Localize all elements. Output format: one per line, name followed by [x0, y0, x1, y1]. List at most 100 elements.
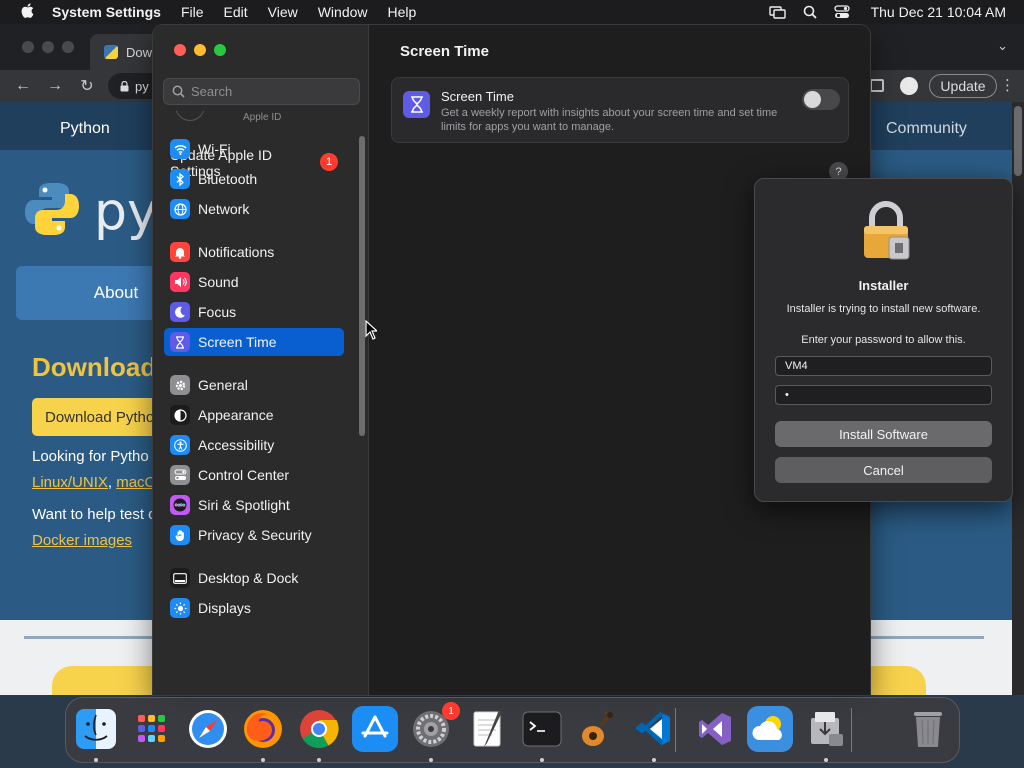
install-software-button[interactable]: Install Software	[775, 421, 992, 447]
dock-badge: 1	[442, 702, 460, 720]
dock-weather[interactable]	[747, 706, 793, 752]
sidebar-item-displays[interactable]: Displays	[164, 594, 344, 622]
menu-clock[interactable]: Thu Dec 21 10:04 AM	[871, 4, 1006, 20]
window-controls	[174, 44, 226, 56]
dock-running-indicator	[94, 758, 98, 762]
sidebar-scrollbar[interactable]	[359, 136, 365, 436]
screen-time-toggle[interactable]	[802, 89, 840, 110]
dock-finder[interactable]	[73, 706, 119, 752]
cancel-button[interactable]: Cancel	[775, 457, 992, 483]
search-icon	[172, 85, 185, 98]
dock-app-store[interactable]	[352, 706, 398, 752]
side-panel-icon[interactable]	[870, 79, 884, 92]
dock-vscode[interactable]	[631, 706, 677, 752]
dock-running-indicator	[824, 758, 828, 762]
menu-edit[interactable]: Edit	[224, 4, 248, 20]
terminal-icon	[521, 708, 563, 750]
macos-link[interactable]: macO	[116, 474, 156, 491]
dock-terminal[interactable]	[519, 706, 565, 752]
screen-mirroring-icon[interactable]	[769, 5, 787, 19]
forward-arrow-icon[interactable]: →	[46, 77, 64, 95]
linux-unix-link[interactable]: Linux/UNIX	[32, 474, 108, 491]
browser-window-controls[interactable]	[22, 41, 74, 53]
sidebar-item-focus[interactable]: Focus	[164, 298, 344, 326]
link-separator: ,	[107, 474, 113, 491]
sidebar-item-desktop-dock[interactable]: Desktop & Dock	[164, 564, 344, 592]
dock-firefox[interactable]	[240, 706, 286, 752]
profile-avatar-icon[interactable]	[900, 77, 918, 95]
settings-search-field[interactable]	[163, 78, 360, 105]
dock-safari[interactable]	[185, 706, 231, 752]
appearance-icon	[170, 405, 190, 425]
dock-textedit[interactable]	[464, 706, 510, 752]
sidebar-item-siri-spotlight[interactable]: Siri & Spotlight	[164, 491, 344, 519]
sidebar-item-appearance[interactable]: Appearance	[164, 401, 344, 429]
bluetooth-icon	[170, 169, 190, 189]
nav-python-link[interactable]: Python	[60, 120, 110, 138]
docker-images-link[interactable]: Docker images	[32, 532, 132, 549]
dock-launchpad[interactable]	[129, 706, 175, 752]
menu-file[interactable]: File	[181, 4, 204, 20]
control-center-icon[interactable]	[833, 5, 851, 19]
sidebar-item-accessibility[interactable]: Accessibility	[164, 431, 344, 459]
dock-installer[interactable]	[803, 706, 849, 752]
reload-icon[interactable]: ↻	[78, 76, 96, 96]
apple-id-avatar[interactable]	[175, 111, 205, 121]
sidebar-item-sound[interactable]: Sound	[164, 268, 344, 296]
sidebar-item-label: Sound	[198, 274, 239, 290]
browser-menu-icon[interactable]: ⋮	[1000, 76, 1015, 94]
sidebar-item-screen-time[interactable]: Screen Time	[164, 328, 344, 356]
bell-icon	[170, 242, 190, 262]
zoom-window-button[interactable]	[214, 44, 226, 56]
sidebar-item-label: Bluetooth	[198, 171, 258, 187]
garageband-icon	[577, 708, 619, 750]
back-arrow-icon[interactable]: ←	[14, 77, 32, 95]
nav-community-link[interactable]: Community	[886, 120, 967, 138]
finder-icon	[76, 709, 116, 749]
screen-time-title: Screen Time	[441, 89, 514, 104]
lock-icon	[864, 201, 910, 260]
browser-scrollbar[interactable]	[1012, 102, 1024, 695]
sidebar-item-bluetooth[interactable]: Bluetooth	[164, 165, 344, 193]
sidebar-item-label: Accessibility	[198, 437, 275, 453]
close-window-button[interactable]	[174, 44, 186, 56]
username-field[interactable]	[775, 356, 992, 376]
sidebar-item-notifications[interactable]: Notifications	[164, 238, 344, 266]
browser-tab-title: Dow	[126, 44, 153, 60]
menu-help[interactable]: Help	[388, 4, 417, 20]
sidebar-item-general[interactable]: General	[164, 371, 344, 399]
page-title: Screen Time	[400, 43, 489, 60]
dock-visual-studio[interactable]	[692, 706, 738, 752]
hourglass-icon	[170, 332, 190, 352]
sidebar-item-wi-fi[interactable]: Wi-Fi	[164, 135, 344, 163]
sidebar-item-label: Screen Time	[198, 334, 277, 350]
dock-garageband[interactable]	[575, 706, 621, 752]
sidebar-item-control-center[interactable]: Control Center	[164, 461, 344, 489]
display-icon	[170, 598, 190, 618]
tab-search-chevron-icon[interactable]: ⌄	[997, 38, 1008, 54]
sidebar-item-privacy-security[interactable]: Privacy & Security	[164, 521, 344, 549]
dialog-message: Installer is trying to install new softw…	[786, 303, 981, 315]
lock-icon	[120, 80, 129, 91]
sidebar-item-label: Appearance	[198, 407, 274, 423]
apple-menu-icon[interactable]	[16, 2, 38, 22]
accessibility-icon	[170, 435, 190, 455]
dock-system-settings[interactable]: 1	[408, 702, 460, 752]
chrome-icon	[298, 708, 340, 750]
installer-icon	[805, 708, 847, 750]
dock-trash[interactable]	[905, 706, 951, 752]
sidebar-item-network[interactable]: Network	[164, 195, 344, 223]
toggle-knob	[804, 91, 821, 108]
browser-update-button[interactable]: Update	[929, 74, 997, 98]
siri-icon	[170, 495, 190, 515]
dock-chrome[interactable]	[296, 706, 342, 752]
sidebar-item-label: Notifications	[198, 244, 275, 260]
menu-app-name[interactable]: System Settings	[52, 4, 161, 20]
menu-window[interactable]: Window	[318, 4, 368, 20]
menu-view[interactable]: View	[268, 4, 298, 20]
browser-scroll-thumb[interactable]	[1014, 106, 1022, 176]
settings-search-input[interactable]	[191, 84, 351, 99]
password-field[interactable]	[775, 385, 992, 405]
minimize-window-button[interactable]	[194, 44, 206, 56]
spotlight-search-icon[interactable]	[801, 5, 819, 19]
